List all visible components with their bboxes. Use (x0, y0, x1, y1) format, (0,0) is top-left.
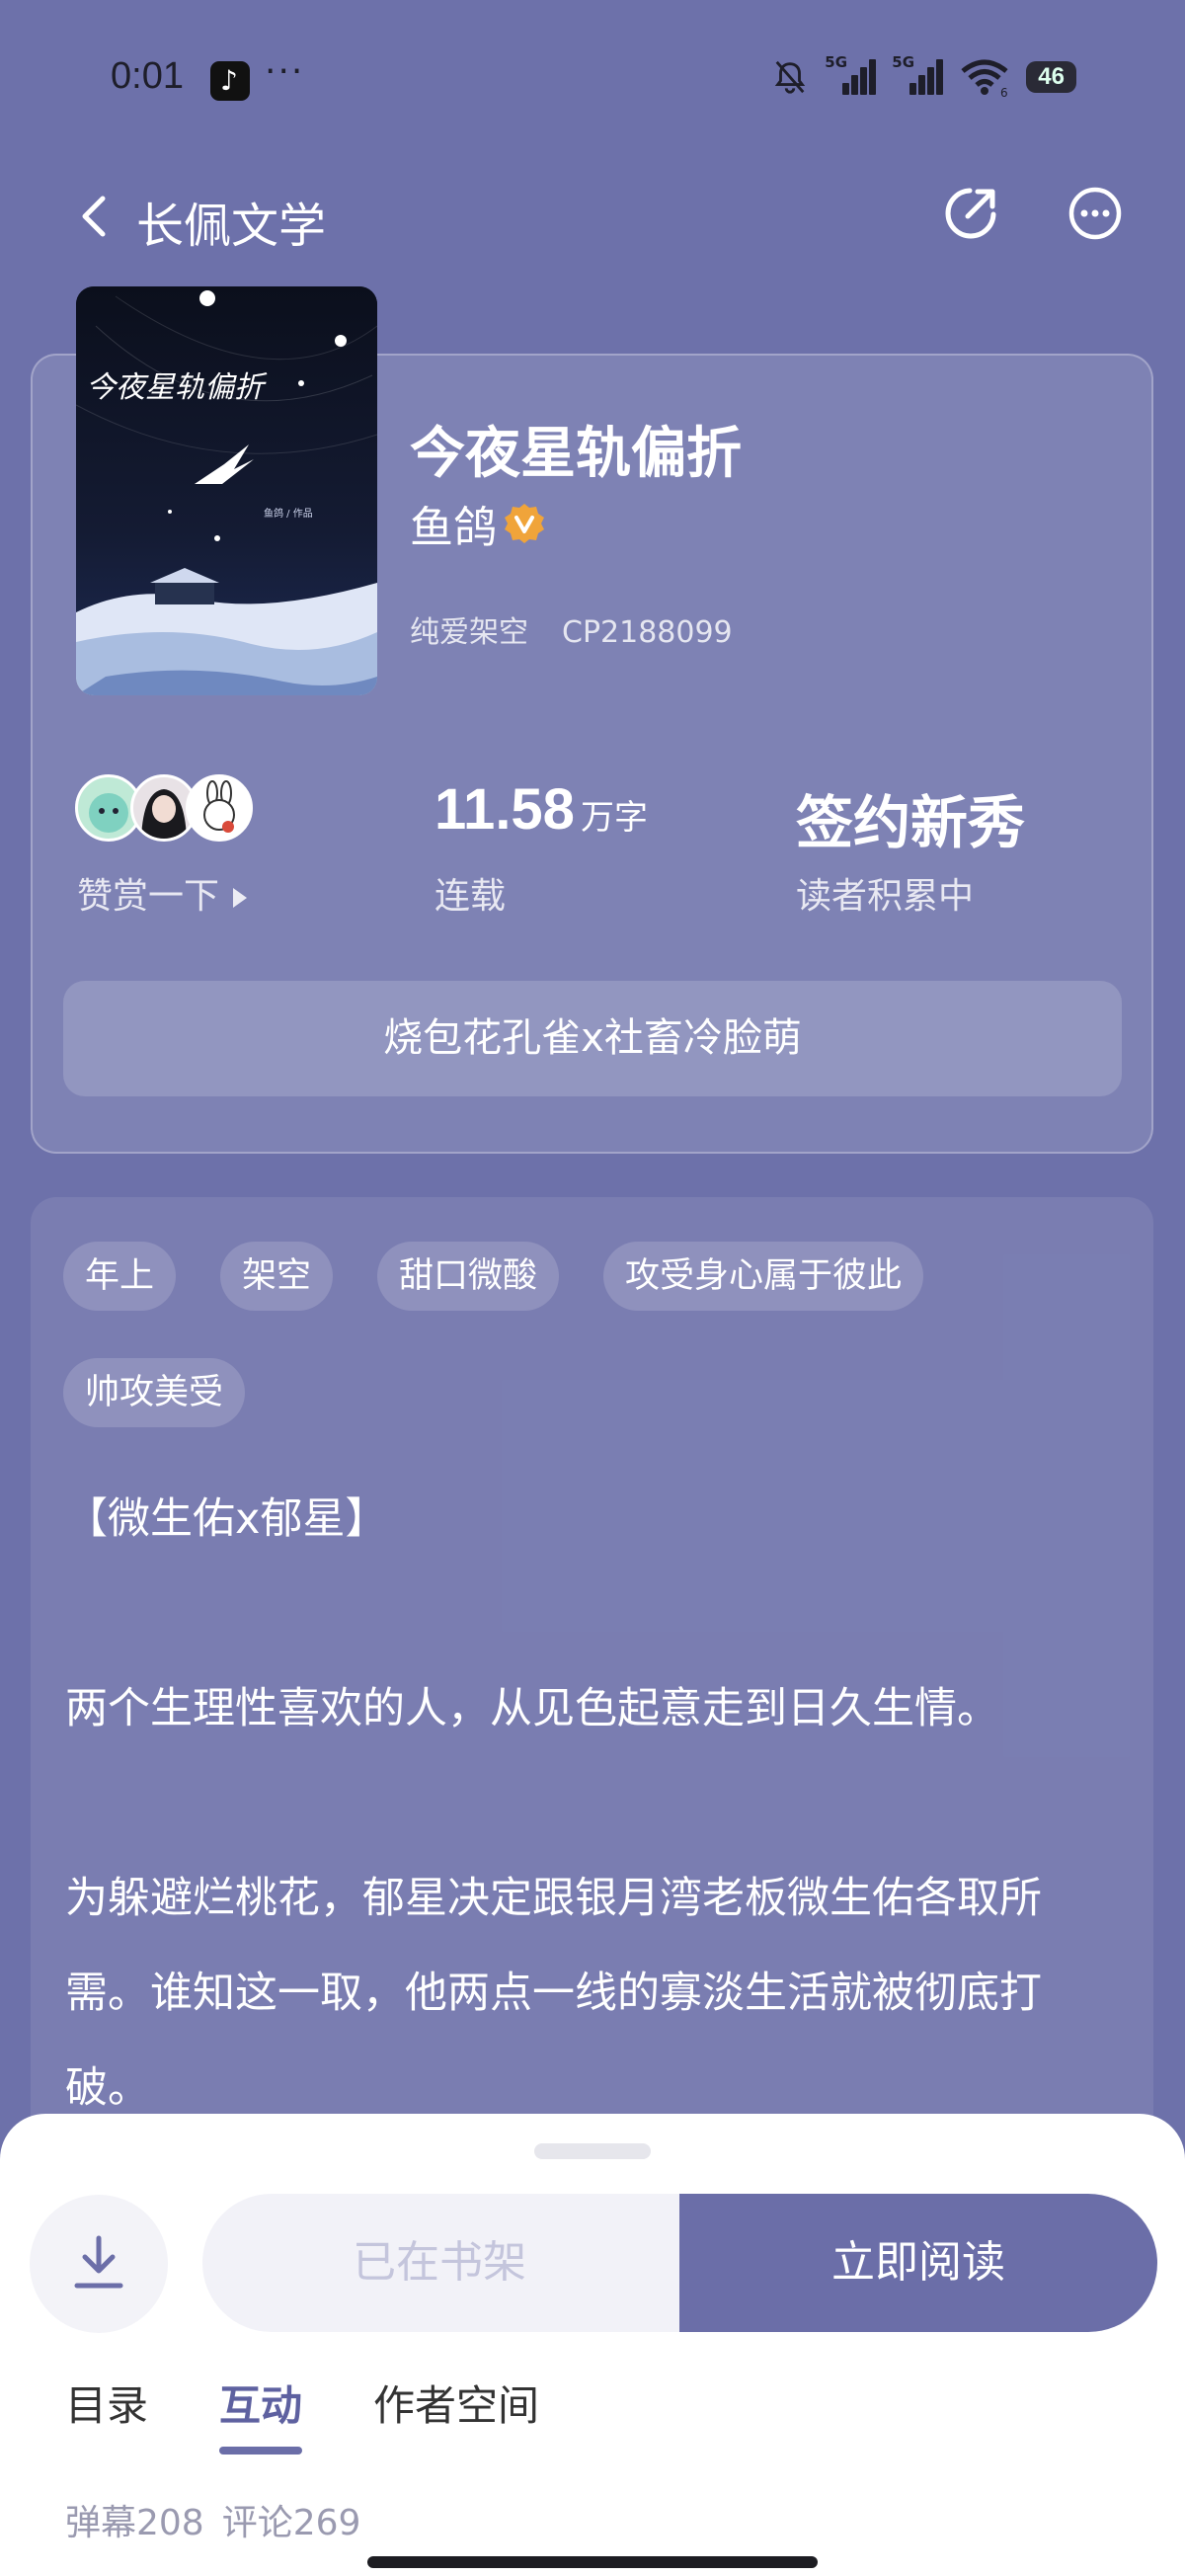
detail-tabs: 目录 互动 作者空间 (65, 2373, 610, 2455)
cp-id: CP2188099 (562, 615, 733, 650)
bottom-sheet: 已在书架 立即阅读 目录 互动 作者空间 弹幕208 评论269 (0, 2114, 1185, 2576)
desc-line: 两个生理性喜欢的人，从见色起意走到日久生情。 (65, 1684, 999, 1733)
tag-chip[interactable]: 年上 (63, 1242, 177, 1311)
book-meta: 纯爱架空 CP2188099 (410, 607, 733, 651)
tab-contents[interactable]: 目录 (65, 2373, 148, 2433)
author-name[interactable]: 鱼鸽 (410, 492, 497, 555)
author-row[interactable]: 鱼鸽 (410, 492, 546, 555)
cover-art: 今夜星轨偏折 鱼鸽 / 作品 (76, 286, 377, 695)
word-count: 11.58 万字 (434, 776, 648, 843)
book-description: 【微生佑x郁星】 两个生理性喜欢的人，从见色起意走到日久生情。 为躲避烂桃花，郁… (65, 1472, 1112, 2135)
status-time: 0:01 (111, 55, 184, 97)
word-count-unit: 万字 (580, 798, 648, 838)
tag-chip[interactable]: 甜口微酸 (377, 1242, 560, 1311)
reward-button[interactable]: 赞赏一下 (77, 867, 250, 919)
word-count-value: 11.58 (434, 777, 575, 842)
book-tagline: 烧包花孔雀x社畜冷脸萌 (63, 981, 1122, 1096)
reward-avatars[interactable] (75, 774, 253, 842)
svg-text:鱼鸽 / 作品: 鱼鸽 / 作品 (264, 507, 313, 520)
status-bar: 0:01 ··· 5G 5G 6 46 (0, 0, 1185, 158)
desc-line: 【微生佑x郁星】 (65, 1494, 388, 1544)
verified-badge-icon (505, 504, 544, 543)
tag-chip[interactable]: 帅攻美受 (63, 1358, 246, 1427)
book-title: 今夜星轨偏折 (410, 422, 742, 486)
download-icon (74, 2235, 123, 2289)
svg-text:6: 6 (1000, 86, 1008, 97)
status-indicators: 5G 5G 6 46 (771, 53, 1076, 97)
category-label: 纯爱架空 (410, 615, 528, 650)
comment-count[interactable]: 评论269 (222, 2503, 361, 2543)
more-options-icon[interactable] (1065, 183, 1126, 244)
tag-list: 年上 架空 甜口微酸 攻受身心属于彼此 帅攻美受 (63, 1242, 1130, 1475)
tag-chip[interactable]: 攻受身心属于彼此 (603, 1242, 924, 1311)
battery-indicator: 46 (1026, 61, 1076, 93)
author-level-sub: 读者积累中 (796, 876, 975, 917)
share-icon[interactable] (940, 183, 1001, 244)
tab-interaction[interactable]: 互动 (219, 2373, 303, 2455)
in-bookshelf-button[interactable]: 已在书架 (202, 2194, 716, 2332)
header-title: 长佩文学 (136, 199, 327, 254)
reward-label: 赞赏一下 (77, 876, 220, 917)
svg-text:今夜星轨偏折: 今夜星轨偏折 (86, 370, 268, 405)
wifi-icon: 6 (961, 59, 1008, 97)
mute-bell-icon (775, 60, 806, 94)
signal-icon-sim2: 5G (892, 53, 944, 95)
book-cover[interactable]: 今夜星轨偏折 鱼鸽 / 作品 (76, 286, 377, 695)
play-triangle-icon (233, 888, 248, 908)
tag-chip[interactable]: 架空 (220, 1242, 334, 1311)
avatar (186, 774, 253, 842)
signal-icon-sim1: 5G (825, 53, 877, 95)
danmaku-count[interactable]: 弹幕208 (65, 2503, 204, 2543)
tiktok-icon (210, 61, 250, 101)
download-button[interactable] (30, 2195, 168, 2333)
tab-author-space[interactable]: 作者空间 (373, 2373, 539, 2433)
author-level: 签约新秀 (796, 789, 1026, 856)
status-more-dots: ··· (265, 51, 305, 92)
interaction-counts: 弹幕208 评论269 (65, 2494, 360, 2545)
serial-status: 连载 (434, 876, 507, 917)
read-now-button[interactable]: 立即阅读 (679, 2194, 1157, 2332)
home-indicator[interactable] (367, 2556, 818, 2568)
sheet-drag-handle[interactable] (534, 2143, 651, 2159)
top-nav: 长佩文学 (0, 173, 1185, 262)
back-arrow-icon[interactable] (69, 187, 118, 246)
desc-line: 为躲避烂桃花，郁星决定跟银月湾老板微生佑各取所需。谁知这一取，他两点一线的寡淡生… (65, 1874, 1042, 2113)
